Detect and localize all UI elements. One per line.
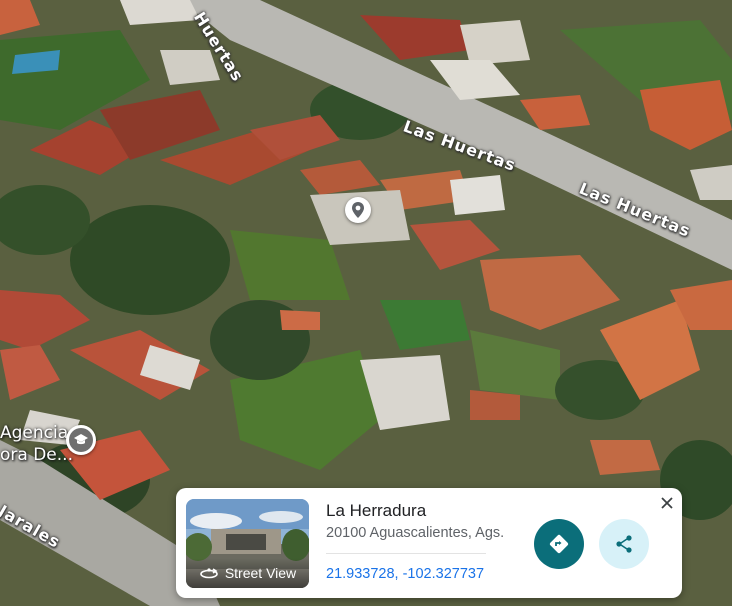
street-view-thumbnail[interactable]: Street View [186,499,309,588]
directions-button[interactable] [534,519,584,569]
card-divider [326,553,486,554]
place-label-agency-line2[interactable]: ora De... [0,445,73,465]
close-button[interactable] [656,492,678,514]
place-title: La Herradura [326,501,427,520]
place-coordinates[interactable]: 21.933728, -102.327737 [326,566,484,582]
close-icon [661,497,673,509]
street-view-label: Street View [186,558,309,588]
place-info-card: Street View La Herradura 20100 Aguascali… [176,488,682,598]
location-pin-icon[interactable] [345,197,371,223]
share-icon [616,535,632,553]
street-view-text: Street View [224,565,297,581]
directions-icon [549,534,569,554]
share-button[interactable] [599,519,649,569]
place-address: 20100 Aguascalientes, Ags. [326,525,505,541]
street-view-rotate-icon [200,568,218,579]
place-label-agency-line1[interactable]: Agencia [0,423,68,443]
school-poi-icon[interactable] [66,425,96,455]
